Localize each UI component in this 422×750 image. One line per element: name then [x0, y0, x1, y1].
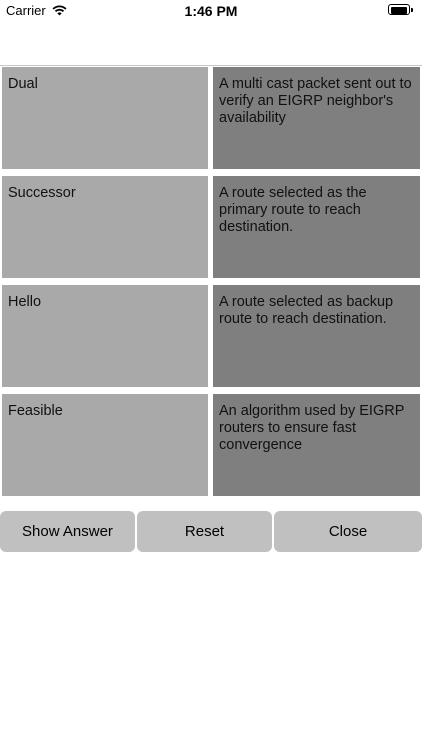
action-bar: Show Answer Reset Close	[0, 511, 422, 552]
match-row: Feasible An algorithm used by EIGRP rout…	[2, 394, 420, 496]
match-row: Successor A route selected as the primar…	[2, 176, 420, 278]
battery-icon	[388, 4, 414, 17]
definition-card[interactable]: A route selected as backup route to reac…	[213, 285, 420, 387]
term-card[interactable]: Successor	[2, 176, 208, 278]
term-card[interactable]: Dual	[2, 67, 208, 169]
match-row: Hello A route selected as backup route t…	[2, 285, 420, 387]
show-answer-button[interactable]: Show Answer	[0, 511, 135, 552]
close-button[interactable]: Close	[274, 511, 422, 552]
definition-card[interactable]: A multi cast packet sent out to verify a…	[213, 67, 420, 169]
match-row: Dual A multi cast packet sent out to ver…	[2, 67, 420, 169]
clock: 1:46 PM	[184, 3, 238, 19]
reset-button[interactable]: Reset	[137, 511, 272, 552]
definition-card[interactable]: An algorithm used by EIGRP routers to en…	[213, 394, 420, 496]
definition-card[interactable]: A route selected as the primary route to…	[213, 176, 420, 278]
matching-grid: Dual A multi cast packet sent out to ver…	[2, 67, 420, 503]
term-card[interactable]: Feasible	[2, 394, 208, 496]
header-divider	[0, 65, 422, 66]
term-card[interactable]: Hello	[2, 285, 208, 387]
status-bar: Carrier 1:46 PM	[0, 0, 422, 22]
